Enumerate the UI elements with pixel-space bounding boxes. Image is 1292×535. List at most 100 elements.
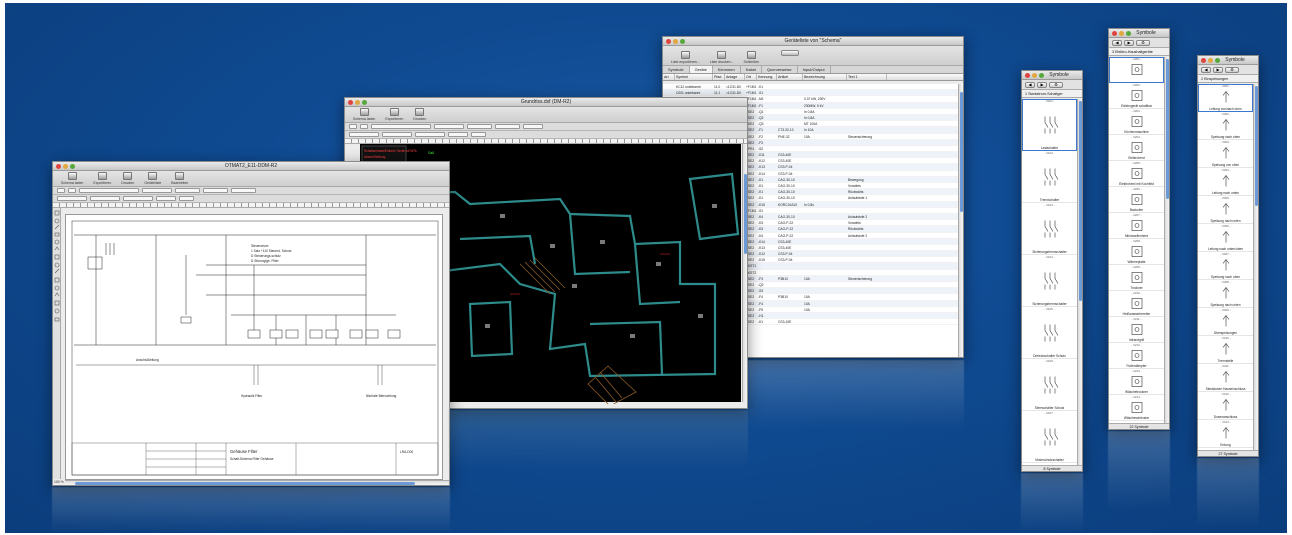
- zoom-icon[interactable]: [680, 39, 685, 44]
- palette-symbol-item[interactable]: - 3214 - Wäscheschleuder: [1109, 395, 1164, 421]
- prev-arrow-icon[interactable]: ◀: [1201, 66, 1211, 73]
- print-list-button[interactable]: Liste drucken...: [710, 51, 734, 64]
- column-header[interactable]: Text 1: [847, 74, 887, 80]
- palette-symbol-item[interactable]: - 3312 - Dosenanschluss: [1198, 392, 1253, 420]
- palette-1-category-select[interactable]: 1 Starkstrom-Schaltger: [1022, 90, 1082, 98]
- zoom-icon[interactable]: [1215, 58, 1220, 63]
- palette-symbol-item[interactable]: - 3302 - Speisung nach oben: [1198, 112, 1253, 140]
- tab-kabel[interactable]: Kabel: [741, 66, 762, 73]
- palette-symbol-item[interactable]: - 3213 - Wäschetrockner: [1109, 369, 1164, 395]
- palette-symbol-item[interactable]: - 3313 - Erdung: [1198, 420, 1253, 448]
- palette-symbol-item[interactable]: - 3301 - Leitung von/nach oben: [1198, 84, 1253, 112]
- minimize-icon[interactable]: [1032, 73, 1037, 78]
- close-icon[interactable]: [56, 164, 61, 169]
- export-button[interactable]: Exportieren: [93, 172, 111, 185]
- next-arrow-icon[interactable]: ▶: [1037, 81, 1047, 88]
- prev-arrow-icon[interactable]: ◀: [1025, 81, 1035, 88]
- print-button[interactable]: Drucken: [121, 172, 134, 185]
- tab-input-output[interactable]: Input/Output: [798, 66, 831, 73]
- next-arrow-icon[interactable]: ▶: [1124, 39, 1134, 46]
- palette-2-category-select[interactable]: 3 Elektro-Haushaltgeräte: [1109, 48, 1169, 56]
- palette-2-titlebar[interactable]: Symbole: [1109, 29, 1169, 38]
- device-list-button[interactable]: Geräteliste: [144, 172, 161, 185]
- close-list-button[interactable]: Schließen: [744, 51, 759, 64]
- gear-icon[interactable]: ⚙: [1049, 81, 1063, 88]
- schema-format-bar[interactable]: [53, 187, 449, 195]
- palette-symbol-item[interactable]: - 3310 - Trennstelle: [1198, 336, 1253, 364]
- export-button[interactable]: Exportieren: [385, 108, 403, 121]
- minimize-icon[interactable]: [1208, 58, 1213, 63]
- palette-symbol-item[interactable]: - 3107 - Motorschutzschalter: [1022, 411, 1077, 463]
- floorplan-format-bar[interactable]: [345, 123, 747, 131]
- zoom-level[interactable]: 100 %: [54, 480, 64, 485]
- schema-hscroll[interactable]: [65, 480, 449, 485]
- palette-3-scroll-thumb[interactable]: [1255, 86, 1258, 206]
- palette-symbol-item[interactable]: - 3208 - Wärmeplatte: [1109, 239, 1164, 265]
- next-arrow-icon[interactable]: ▶: [1213, 66, 1223, 73]
- palette-symbol-item[interactable]: - 3207 - Mikrowellenherd: [1109, 213, 1164, 239]
- device-list-scrollbar[interactable]: [958, 84, 963, 357]
- palette-symbol-item[interactable]: - 3303 - Speisung von oben: [1198, 140, 1253, 168]
- palette-3-category-select[interactable]: 2 Einspeisungen: [1198, 75, 1258, 83]
- palette-symbol-item[interactable]: - 3212 - Futterdämpfer: [1109, 343, 1164, 369]
- tab-geraete[interactable]: Geräte: [689, 66, 713, 73]
- minimize-icon[interactable]: [63, 164, 68, 169]
- column-header[interactable]: Artikel: [777, 74, 803, 80]
- gear-icon[interactable]: ⚙: [1136, 39, 1150, 46]
- floorplan-vscroll[interactable]: [742, 144, 747, 402]
- palette-symbol-item[interactable]: - 3202 - Elektrogerät schaltbar: [1109, 83, 1164, 109]
- tab-klemmen[interactable]: Klemmen: [713, 66, 741, 73]
- palette-symbol-item[interactable]: - 3211 - Infrarotgrill: [1109, 317, 1164, 343]
- device-list-titlebar[interactable]: Geräteliste von "Schema": [663, 37, 963, 46]
- palette-1-scroll-thumb[interactable]: [1079, 101, 1082, 301]
- palette-symbol-item[interactable]: - 3311 - Steckdosen Hauseinschluss: [1198, 364, 1253, 392]
- palette-symbol-item[interactable]: - 3210 - Heißwasserbereiter: [1109, 291, 1164, 317]
- palette-symbol-item[interactable]: - 3103 - Sicherungstrennschalter: [1022, 203, 1077, 255]
- palette-symbol-item[interactable]: - 3205 - Elektroherd mit Kochfeld: [1109, 161, 1164, 187]
- tab-querverweise[interactable]: Querverweise: [762, 66, 798, 73]
- palette-symbol-item[interactable]: - 3305 - Speisung nach unten: [1198, 196, 1253, 224]
- tab-symbole[interactable]: Symbole: [663, 66, 690, 73]
- palette-symbol-item[interactable]: - 3309 - Überspeisungen: [1198, 308, 1253, 336]
- close-icon[interactable]: [348, 100, 353, 105]
- palette-symbol-item[interactable]: - 3201 -: [1109, 57, 1164, 83]
- floorplan-dimension-bar[interactable]: [345, 131, 747, 139]
- gear-icon[interactable]: ⚙: [1225, 66, 1239, 73]
- schema-dimension-bar[interactable]: [53, 195, 449, 203]
- column-header[interactable]: Bezeichnung: [803, 74, 847, 80]
- palette-symbol-item[interactable]: - 3104 - Sicherungstrennschalter: [1022, 255, 1077, 307]
- schema-sheet[interactable]: Steuerstrom 1 Satz +110 Steuerd. Schutz …: [65, 214, 443, 480]
- column-header[interactable]: Pfad: [713, 74, 725, 80]
- palette-symbol-item[interactable]: - 3206 - Backofen: [1109, 187, 1164, 213]
- minimize-icon[interactable]: [355, 100, 360, 105]
- column-header[interactable]: Art: [663, 74, 675, 80]
- prev-arrow-icon[interactable]: ◀: [1112, 39, 1122, 46]
- close-icon[interactable]: [1025, 73, 1030, 78]
- close-icon[interactable]: [1201, 58, 1206, 63]
- minimize-icon[interactable]: [1119, 31, 1124, 36]
- zoom-icon[interactable]: [70, 164, 75, 169]
- palette-symbol-item[interactable]: - 3308 - Speisung nach unten: [1198, 280, 1253, 308]
- palette-symbol-item[interactable]: - 3101 - Lastschalter: [1022, 99, 1077, 151]
- palette-symbol-item[interactable]: - 3304 - Leitung nach unten: [1198, 168, 1253, 196]
- palette-2-scrollbar[interactable]: [1164, 57, 1169, 423]
- device-list-scroll-thumb[interactable]: [960, 92, 963, 212]
- palette-symbol-item[interactable]: - 3106 - Sternschalter Schutz: [1022, 359, 1077, 411]
- zoom-icon[interactable]: [362, 100, 367, 105]
- palette-symbol-item[interactable]: - 3307 - Speisung nach oben: [1198, 252, 1253, 280]
- palette-symbol-item[interactable]: - 3102 - Trennschalter: [1022, 151, 1077, 203]
- palette-3-titlebar[interactable]: Symbole: [1198, 56, 1258, 65]
- schema-hscroll-thumb[interactable]: [75, 482, 415, 485]
- palette-1-scrollbar[interactable]: [1077, 99, 1082, 465]
- floorplan-vscroll-thumb[interactable]: [744, 174, 747, 254]
- load-schema-button[interactable]: Schema laden: [61, 172, 83, 185]
- close-icon[interactable]: [1112, 31, 1117, 36]
- column-header[interactable]: Kennung: [757, 74, 777, 80]
- palette-symbol-item[interactable]: - 3105 - Dreieckschalter Schutz: [1022, 307, 1077, 359]
- palette-symbol-item[interactable]: - 3306 - Leitung nach unten/oben: [1198, 224, 1253, 252]
- column-header[interactable]: Ort: [745, 74, 757, 80]
- palette-symbol-item[interactable]: - 3209 - Trockner: [1109, 265, 1164, 291]
- palette-symbol-item[interactable]: - 3204 - Elektroherd: [1109, 135, 1164, 161]
- palette-2-scroll-thumb[interactable]: [1166, 59, 1169, 199]
- column-header[interactable]: Anlage: [725, 74, 745, 80]
